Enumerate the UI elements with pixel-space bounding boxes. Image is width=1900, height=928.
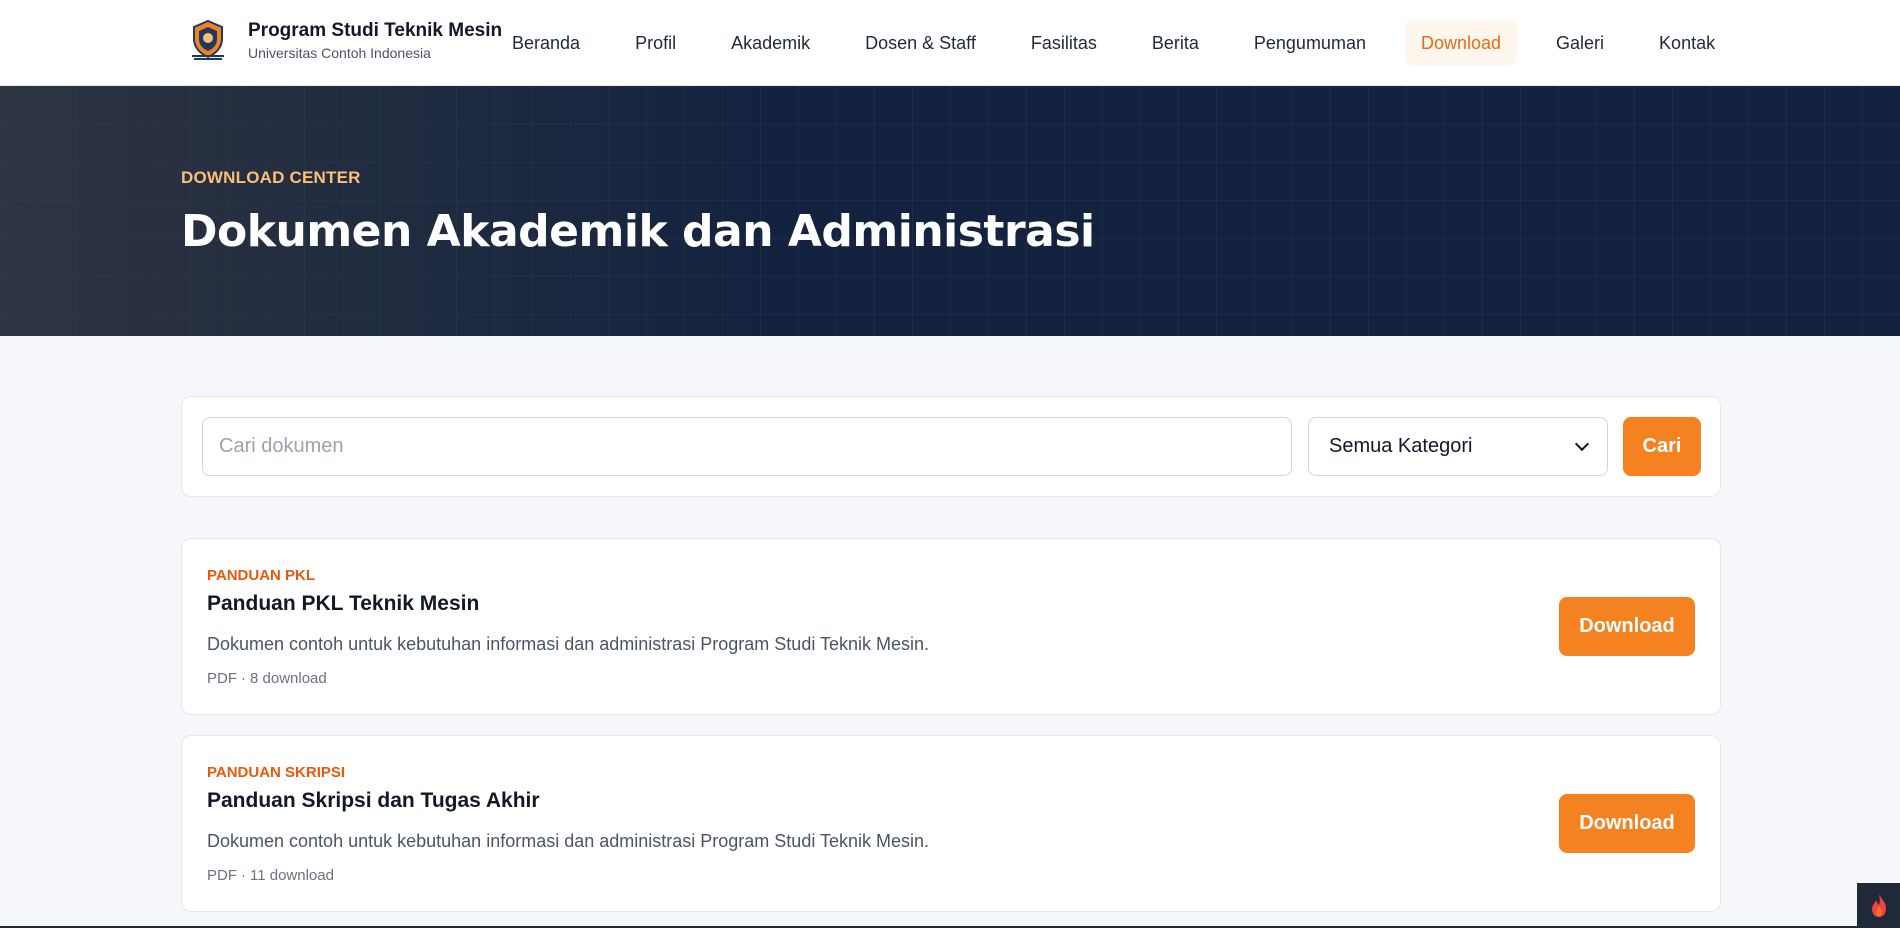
category-select[interactable]: Semua Kategori <box>1308 417 1608 476</box>
search-input[interactable] <box>202 417 1292 476</box>
nav-item-dosen-staff[interactable]: Dosen & Staff <box>849 20 992 66</box>
site-header: Program Studi Teknik Mesin Universitas C… <box>0 0 1900 86</box>
nav-item-beranda[interactable]: Beranda <box>496 20 596 66</box>
nav-item-galeri[interactable]: Galeri <box>1540 20 1620 66</box>
nav-item-akademik[interactable]: Akademik <box>715 20 826 66</box>
document-format: PDF <box>207 670 237 687</box>
hero-banner: DOWNLOAD CENTER Dokumen Akademik dan Adm… <box>0 86 1900 336</box>
debug-toolbar-toggle[interactable] <box>1857 883 1900 928</box>
flame-icon <box>1871 893 1886 917</box>
brand-title: Program Studi Teknik Mesin <box>248 19 503 41</box>
document-description: Dokumen contoh untuk kebutuhan informasi… <box>207 634 930 654</box>
download-button[interactable]: Download <box>1559 597 1695 656</box>
nav-item-fasilitas[interactable]: Fasilitas <box>1015 20 1113 66</box>
document-card: PANDUAN PKL Panduan PKL Teknik Mesin Dok… <box>181 538 1721 715</box>
search-card: Semua Kategori Cari <box>181 396 1721 497</box>
document-meta: PDF · 11 download <box>207 867 334 884</box>
document-download-count: 11 download <box>250 867 334 884</box>
meta-separator: · <box>241 867 246 884</box>
document-title: Panduan PKL Teknik Mesin <box>207 592 480 615</box>
hero-eyebrow: DOWNLOAD CENTER <box>181 168 361 187</box>
nav-item-kontak[interactable]: Kontak <box>1643 20 1731 66</box>
search-button[interactable]: Cari <box>1623 417 1701 476</box>
nav-item-pengumuman[interactable]: Pengumuman <box>1238 20 1382 66</box>
document-category: PANDUAN PKL <box>207 567 316 584</box>
brand-subtitle: Universitas Contoh Indonesia <box>248 44 431 61</box>
nav-item-profil[interactable]: Profil <box>619 20 692 66</box>
document-download-count: 8 download <box>250 670 327 687</box>
chevron-down-icon <box>1574 436 1590 452</box>
main-nav: Beranda Profil Akademik Dosen & Staff Fa… <box>496 20 1731 66</box>
document-card: PANDUAN SKRIPSI Panduan Skripsi dan Tuga… <box>181 735 1721 912</box>
document-category: PANDUAN SKRIPSI <box>207 764 346 781</box>
nav-item-berita[interactable]: Berita <box>1136 20 1215 66</box>
category-select-value: Semua Kategori <box>1329 435 1473 457</box>
document-format: PDF <box>207 867 237 884</box>
brand[interactable]: Program Studi Teknik Mesin Universitas C… <box>186 18 502 62</box>
page-title: Dokumen Akademik dan Administrasi <box>181 206 1095 257</box>
nav-item-download[interactable]: Download <box>1404 20 1518 66</box>
document-meta: PDF · 8 download <box>207 670 327 687</box>
university-logo-icon <box>186 18 230 62</box>
document-description: Dokumen contoh untuk kebutuhan informasi… <box>207 831 930 851</box>
download-button[interactable]: Download <box>1559 794 1695 853</box>
document-title: Panduan Skripsi dan Tugas Akhir <box>207 789 540 812</box>
meta-separator: · <box>241 670 246 687</box>
